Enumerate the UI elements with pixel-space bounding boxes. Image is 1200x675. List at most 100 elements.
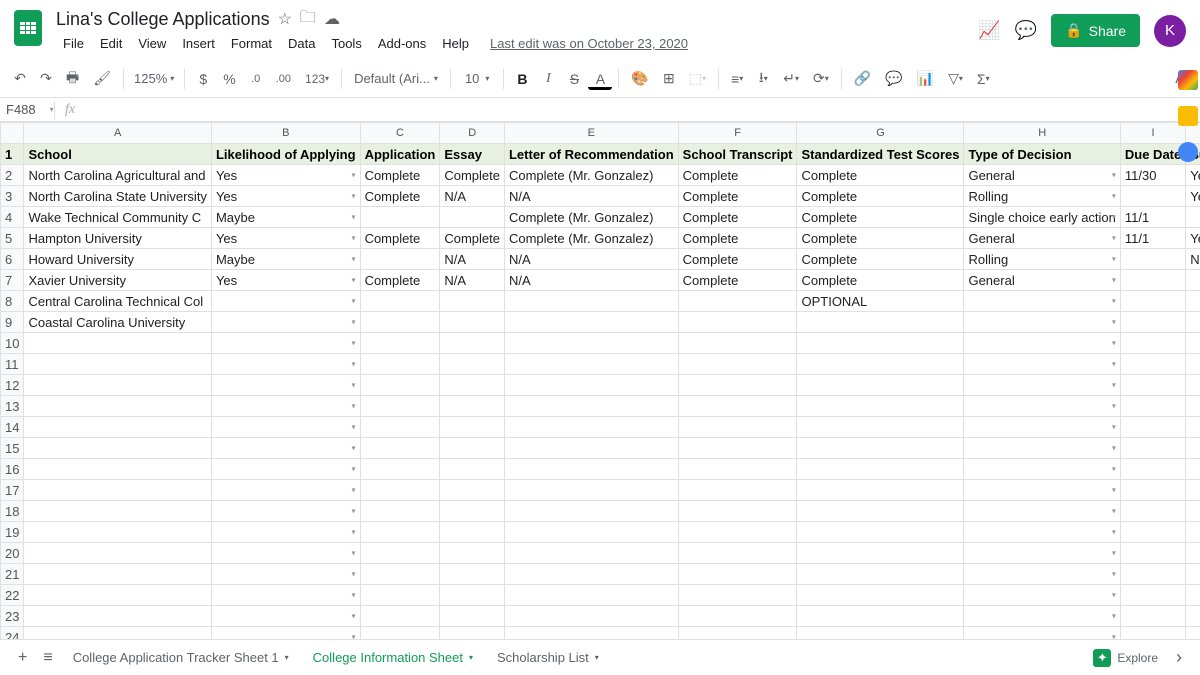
dropdown-arrow-icon[interactable]: ▾ — [1112, 276, 1116, 285]
cell[interactable] — [678, 333, 797, 354]
cell[interactable] — [360, 438, 440, 459]
italic-button[interactable]: I — [536, 67, 560, 91]
cloud-icon[interactable]: ☁ — [324, 9, 340, 29]
cell[interactable]: ▾ — [964, 312, 1120, 333]
cell[interactable]: ▾ — [1186, 354, 1200, 375]
cell[interactable]: Howard University — [24, 249, 211, 270]
cell[interactable]: ▾ — [1186, 606, 1200, 627]
cell[interactable] — [360, 354, 440, 375]
cell[interactable]: ▾ — [211, 459, 360, 480]
row-header[interactable]: 8 — [1, 291, 24, 312]
cell[interactable] — [1120, 522, 1185, 543]
dropdown-arrow-icon[interactable]: ▾ — [1112, 423, 1116, 432]
cell[interactable] — [504, 480, 678, 501]
cell[interactable]: Yes▾ — [211, 186, 360, 207]
cell[interactable]: ▾ — [1186, 459, 1200, 480]
cell[interactable]: Complete — [678, 165, 797, 186]
cell[interactable] — [24, 585, 211, 606]
cell[interactable]: ▾ — [1186, 270, 1200, 291]
cell[interactable] — [360, 396, 440, 417]
cell[interactable] — [1120, 270, 1185, 291]
cell[interactable]: Wake Technical Community C — [24, 207, 211, 228]
dropdown-arrow-icon[interactable]: ▾ — [1112, 570, 1116, 579]
sheet-tab[interactable]: Scholarship List▾ — [485, 642, 611, 673]
dropdown-arrow-icon[interactable]: ▾ — [352, 318, 356, 327]
dropdown-arrow-icon[interactable]: ▾ — [1112, 297, 1116, 306]
cell[interactable] — [504, 438, 678, 459]
cell[interactable]: ▾ — [211, 333, 360, 354]
increase-decimal-button[interactable]: .00 — [270, 69, 297, 89]
cell[interactable] — [440, 606, 505, 627]
cell[interactable]: Likelihood of Applying — [211, 144, 360, 165]
comment-history-icon[interactable]: 💬 — [1015, 20, 1037, 41]
cell[interactable]: School — [24, 144, 211, 165]
cell[interactable]: Essay — [440, 144, 505, 165]
redo-button[interactable]: ↷ — [34, 66, 58, 91]
cell[interactable] — [797, 438, 964, 459]
dropdown-arrow-icon[interactable]: ▾ — [1112, 402, 1116, 411]
cell[interactable] — [440, 312, 505, 333]
cell[interactable] — [1120, 312, 1185, 333]
dropdown-arrow-icon[interactable]: ▾ — [352, 171, 356, 180]
dropdown-arrow-icon[interactable]: ▾ — [1112, 444, 1116, 453]
cell[interactable]: Yes▾ — [1186, 186, 1200, 207]
dropdown-arrow-icon[interactable]: ▾ — [352, 192, 356, 201]
cell[interactable]: Complete — [360, 186, 440, 207]
dropdown-arrow-icon[interactable]: ▾ — [1112, 612, 1116, 621]
cell[interactable]: ▾ — [1186, 207, 1200, 228]
dropdown-arrow-icon[interactable]: ▾ — [352, 423, 356, 432]
dropdown-arrow-icon[interactable]: ▾ — [352, 444, 356, 453]
cell[interactable]: Rolling▾ — [964, 249, 1120, 270]
dropdown-arrow-icon[interactable]: ▾ — [352, 465, 356, 474]
row-header[interactable]: 13 — [1, 396, 24, 417]
dropdown-arrow-icon[interactable]: ▾ — [1112, 360, 1116, 369]
cell[interactable] — [797, 459, 964, 480]
row-header[interactable]: 9 — [1, 312, 24, 333]
menu-add-ons[interactable]: Add-ons — [371, 32, 433, 55]
dropdown-arrow-icon[interactable]: ▾ — [352, 486, 356, 495]
cell[interactable] — [24, 438, 211, 459]
cell[interactable]: ▾ — [1186, 501, 1200, 522]
cell[interactable]: N/A — [440, 270, 505, 291]
rotate-button[interactable]: ⟳▾ — [807, 66, 835, 91]
cell[interactable]: Complete — [360, 165, 440, 186]
dropdown-arrow-icon[interactable]: ▾ — [352, 255, 356, 264]
cell[interactable]: ▾ — [211, 543, 360, 564]
chevron-down-icon[interactable]: ▾ — [469, 653, 473, 662]
sheet-tab[interactable]: College Application Tracker Sheet 1▾ — [61, 642, 301, 673]
font-select[interactable]: Default (Ari...▾ — [348, 69, 444, 88]
menu-insert[interactable]: Insert — [175, 32, 222, 55]
dropdown-arrow-icon[interactable]: ▾ — [352, 339, 356, 348]
cell[interactable]: Yes▾ — [211, 270, 360, 291]
dropdown-arrow-icon[interactable]: ▾ — [352, 591, 356, 600]
cell[interactable] — [1120, 606, 1185, 627]
paint-format-button[interactable]: 🖌 — [87, 66, 117, 91]
row-header[interactable]: 16 — [1, 459, 24, 480]
activity-icon[interactable]: 📈 — [978, 20, 1000, 41]
row-header[interactable]: 7 — [1, 270, 24, 291]
cell[interactable] — [360, 501, 440, 522]
dropdown-arrow-icon[interactable]: ▾ — [352, 507, 356, 516]
row-header[interactable]: 21 — [1, 564, 24, 585]
cell[interactable] — [1120, 585, 1185, 606]
menu-file[interactable]: File — [56, 32, 91, 55]
cell[interactable]: North Carolina State University — [24, 186, 211, 207]
cell[interactable]: Coastal Carolina University — [24, 312, 211, 333]
cell[interactable] — [24, 417, 211, 438]
print-button[interactable]: 🖶 — [60, 63, 85, 95]
calendar-icon[interactable] — [1178, 70, 1198, 90]
cell[interactable]: N/A — [504, 186, 678, 207]
cell[interactable] — [678, 585, 797, 606]
row-header[interactable]: 17 — [1, 480, 24, 501]
cell[interactable]: ▾ — [211, 417, 360, 438]
percent-button[interactable]: % — [217, 67, 241, 91]
cell[interactable] — [1120, 501, 1185, 522]
cell[interactable]: ▾ — [964, 501, 1120, 522]
dropdown-arrow-icon[interactable]: ▾ — [1112, 486, 1116, 495]
cell[interactable] — [797, 417, 964, 438]
cell[interactable]: School Transcript — [678, 144, 797, 165]
cell[interactable] — [504, 501, 678, 522]
share-button[interactable]: 🔒Share — [1051, 14, 1140, 47]
cell[interactable] — [678, 396, 797, 417]
cell[interactable]: General▾ — [964, 228, 1120, 249]
